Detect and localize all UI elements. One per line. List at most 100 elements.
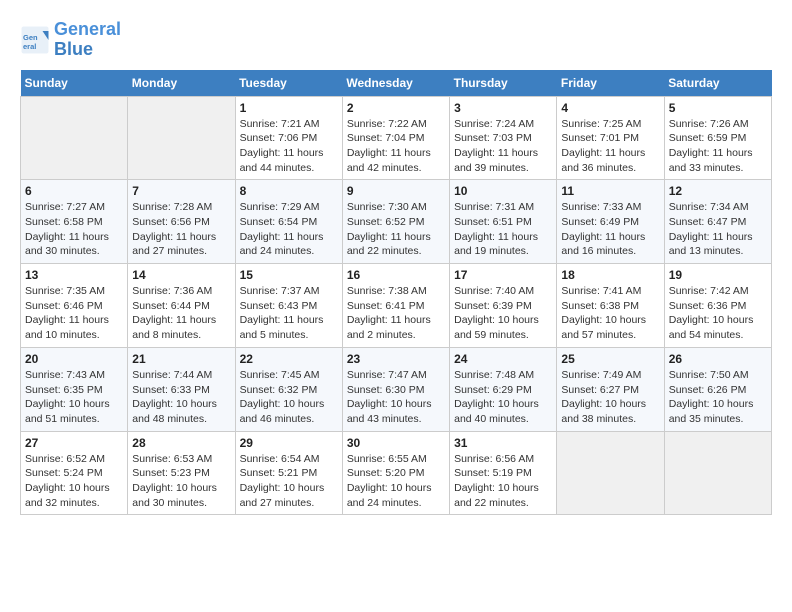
day-info: Sunrise: 7:44 AM Sunset: 6:33 PM Dayligh… bbox=[132, 368, 230, 427]
day-number: 1 bbox=[240, 101, 338, 115]
day-info: Sunrise: 7:45 AM Sunset: 6:32 PM Dayligh… bbox=[240, 368, 338, 427]
calendar-cell: 27 Sunrise: 6:52 AM Sunset: 5:24 PM Dayl… bbox=[21, 431, 128, 515]
weekday-header: Friday bbox=[557, 70, 664, 97]
logo-icon: Gen eral bbox=[20, 25, 50, 55]
calendar-cell: 4 Sunrise: 7:25 AM Sunset: 7:01 PM Dayli… bbox=[557, 96, 664, 180]
day-info: Sunrise: 6:53 AM Sunset: 5:23 PM Dayligh… bbox=[132, 452, 230, 511]
day-number: 31 bbox=[454, 436, 552, 450]
calendar-cell: 15 Sunrise: 7:37 AM Sunset: 6:43 PM Dayl… bbox=[235, 264, 342, 348]
day-number: 30 bbox=[347, 436, 445, 450]
page-header: Gen eral GeneralBlue bbox=[20, 20, 772, 60]
day-info: Sunrise: 7:33 AM Sunset: 6:49 PM Dayligh… bbox=[561, 200, 659, 259]
calendar-cell: 17 Sunrise: 7:40 AM Sunset: 6:39 PM Dayl… bbox=[450, 264, 557, 348]
day-info: Sunrise: 6:54 AM Sunset: 5:21 PM Dayligh… bbox=[240, 452, 338, 511]
calendar-cell: 19 Sunrise: 7:42 AM Sunset: 6:36 PM Dayl… bbox=[664, 264, 771, 348]
weekday-header: Saturday bbox=[664, 70, 771, 97]
day-number: 14 bbox=[132, 268, 230, 282]
calendar-cell: 7 Sunrise: 7:28 AM Sunset: 6:56 PM Dayli… bbox=[128, 180, 235, 264]
day-number: 12 bbox=[669, 184, 767, 198]
day-info: Sunrise: 6:55 AM Sunset: 5:20 PM Dayligh… bbox=[347, 452, 445, 511]
day-number: 29 bbox=[240, 436, 338, 450]
day-info: Sunrise: 7:22 AM Sunset: 7:04 PM Dayligh… bbox=[347, 117, 445, 176]
svg-text:eral: eral bbox=[23, 42, 36, 51]
calendar-cell bbox=[21, 96, 128, 180]
calendar-cell: 25 Sunrise: 7:49 AM Sunset: 6:27 PM Dayl… bbox=[557, 347, 664, 431]
weekday-header: Monday bbox=[128, 70, 235, 97]
day-number: 25 bbox=[561, 352, 659, 366]
logo-text: GeneralBlue bbox=[54, 20, 121, 60]
calendar-cell: 18 Sunrise: 7:41 AM Sunset: 6:38 PM Dayl… bbox=[557, 264, 664, 348]
day-info: Sunrise: 7:42 AM Sunset: 6:36 PM Dayligh… bbox=[669, 284, 767, 343]
day-number: 4 bbox=[561, 101, 659, 115]
day-info: Sunrise: 6:52 AM Sunset: 5:24 PM Dayligh… bbox=[25, 452, 123, 511]
day-info: Sunrise: 7:27 AM Sunset: 6:58 PM Dayligh… bbox=[25, 200, 123, 259]
calendar-cell: 14 Sunrise: 7:36 AM Sunset: 6:44 PM Dayl… bbox=[128, 264, 235, 348]
day-info: Sunrise: 7:35 AM Sunset: 6:46 PM Dayligh… bbox=[25, 284, 123, 343]
calendar-cell: 20 Sunrise: 7:43 AM Sunset: 6:35 PM Dayl… bbox=[21, 347, 128, 431]
calendar-cell: 24 Sunrise: 7:48 AM Sunset: 6:29 PM Dayl… bbox=[450, 347, 557, 431]
calendar-cell: 5 Sunrise: 7:26 AM Sunset: 6:59 PM Dayli… bbox=[664, 96, 771, 180]
calendar-cell: 30 Sunrise: 6:55 AM Sunset: 5:20 PM Dayl… bbox=[342, 431, 449, 515]
calendar-week-row: 20 Sunrise: 7:43 AM Sunset: 6:35 PM Dayl… bbox=[21, 347, 772, 431]
calendar-cell: 29 Sunrise: 6:54 AM Sunset: 5:21 PM Dayl… bbox=[235, 431, 342, 515]
calendar-week-row: 6 Sunrise: 7:27 AM Sunset: 6:58 PM Dayli… bbox=[21, 180, 772, 264]
calendar-cell: 11 Sunrise: 7:33 AM Sunset: 6:49 PM Dayl… bbox=[557, 180, 664, 264]
day-number: 23 bbox=[347, 352, 445, 366]
day-info: Sunrise: 7:48 AM Sunset: 6:29 PM Dayligh… bbox=[454, 368, 552, 427]
day-number: 24 bbox=[454, 352, 552, 366]
calendar-cell: 3 Sunrise: 7:24 AM Sunset: 7:03 PM Dayli… bbox=[450, 96, 557, 180]
logo: Gen eral GeneralBlue bbox=[20, 20, 121, 60]
day-number: 20 bbox=[25, 352, 123, 366]
day-info: Sunrise: 7:41 AM Sunset: 6:38 PM Dayligh… bbox=[561, 284, 659, 343]
calendar-cell: 13 Sunrise: 7:35 AM Sunset: 6:46 PM Dayl… bbox=[21, 264, 128, 348]
calendar-cell: 16 Sunrise: 7:38 AM Sunset: 6:41 PM Dayl… bbox=[342, 264, 449, 348]
calendar-cell: 21 Sunrise: 7:44 AM Sunset: 6:33 PM Dayl… bbox=[128, 347, 235, 431]
day-info: Sunrise: 7:50 AM Sunset: 6:26 PM Dayligh… bbox=[669, 368, 767, 427]
day-info: Sunrise: 7:49 AM Sunset: 6:27 PM Dayligh… bbox=[561, 368, 659, 427]
day-number: 26 bbox=[669, 352, 767, 366]
day-info: Sunrise: 7:28 AM Sunset: 6:56 PM Dayligh… bbox=[132, 200, 230, 259]
day-number: 5 bbox=[669, 101, 767, 115]
calendar-cell bbox=[664, 431, 771, 515]
day-info: Sunrise: 7:29 AM Sunset: 6:54 PM Dayligh… bbox=[240, 200, 338, 259]
day-info: Sunrise: 7:37 AM Sunset: 6:43 PM Dayligh… bbox=[240, 284, 338, 343]
calendar-cell: 26 Sunrise: 7:50 AM Sunset: 6:26 PM Dayl… bbox=[664, 347, 771, 431]
day-number: 15 bbox=[240, 268, 338, 282]
day-info: Sunrise: 7:30 AM Sunset: 6:52 PM Dayligh… bbox=[347, 200, 445, 259]
day-number: 18 bbox=[561, 268, 659, 282]
day-info: Sunrise: 7:38 AM Sunset: 6:41 PM Dayligh… bbox=[347, 284, 445, 343]
calendar-cell bbox=[128, 96, 235, 180]
weekday-header: Tuesday bbox=[235, 70, 342, 97]
calendar-cell: 22 Sunrise: 7:45 AM Sunset: 6:32 PM Dayl… bbox=[235, 347, 342, 431]
day-info: Sunrise: 7:40 AM Sunset: 6:39 PM Dayligh… bbox=[454, 284, 552, 343]
calendar-week-row: 1 Sunrise: 7:21 AM Sunset: 7:06 PM Dayli… bbox=[21, 96, 772, 180]
day-number: 11 bbox=[561, 184, 659, 198]
day-number: 22 bbox=[240, 352, 338, 366]
calendar-cell: 9 Sunrise: 7:30 AM Sunset: 6:52 PM Dayli… bbox=[342, 180, 449, 264]
day-number: 17 bbox=[454, 268, 552, 282]
calendar-cell: 8 Sunrise: 7:29 AM Sunset: 6:54 PM Dayli… bbox=[235, 180, 342, 264]
weekday-header: Sunday bbox=[21, 70, 128, 97]
day-info: Sunrise: 7:43 AM Sunset: 6:35 PM Dayligh… bbox=[25, 368, 123, 427]
calendar-cell: 12 Sunrise: 7:34 AM Sunset: 6:47 PM Dayl… bbox=[664, 180, 771, 264]
day-number: 10 bbox=[454, 184, 552, 198]
day-number: 2 bbox=[347, 101, 445, 115]
day-number: 7 bbox=[132, 184, 230, 198]
day-number: 3 bbox=[454, 101, 552, 115]
weekday-header: Thursday bbox=[450, 70, 557, 97]
calendar-cell bbox=[557, 431, 664, 515]
day-number: 9 bbox=[347, 184, 445, 198]
day-number: 28 bbox=[132, 436, 230, 450]
day-number: 8 bbox=[240, 184, 338, 198]
calendar-cell: 1 Sunrise: 7:21 AM Sunset: 7:06 PM Dayli… bbox=[235, 96, 342, 180]
day-number: 16 bbox=[347, 268, 445, 282]
weekday-header: Wednesday bbox=[342, 70, 449, 97]
day-number: 21 bbox=[132, 352, 230, 366]
calendar-cell: 10 Sunrise: 7:31 AM Sunset: 6:51 PM Dayl… bbox=[450, 180, 557, 264]
day-info: Sunrise: 7:21 AM Sunset: 7:06 PM Dayligh… bbox=[240, 117, 338, 176]
day-info: Sunrise: 7:25 AM Sunset: 7:01 PM Dayligh… bbox=[561, 117, 659, 176]
svg-text:Gen: Gen bbox=[23, 33, 38, 42]
calendar-week-row: 27 Sunrise: 6:52 AM Sunset: 5:24 PM Dayl… bbox=[21, 431, 772, 515]
day-info: Sunrise: 7:34 AM Sunset: 6:47 PM Dayligh… bbox=[669, 200, 767, 259]
calendar-header-row: SundayMondayTuesdayWednesdayThursdayFrid… bbox=[21, 70, 772, 97]
